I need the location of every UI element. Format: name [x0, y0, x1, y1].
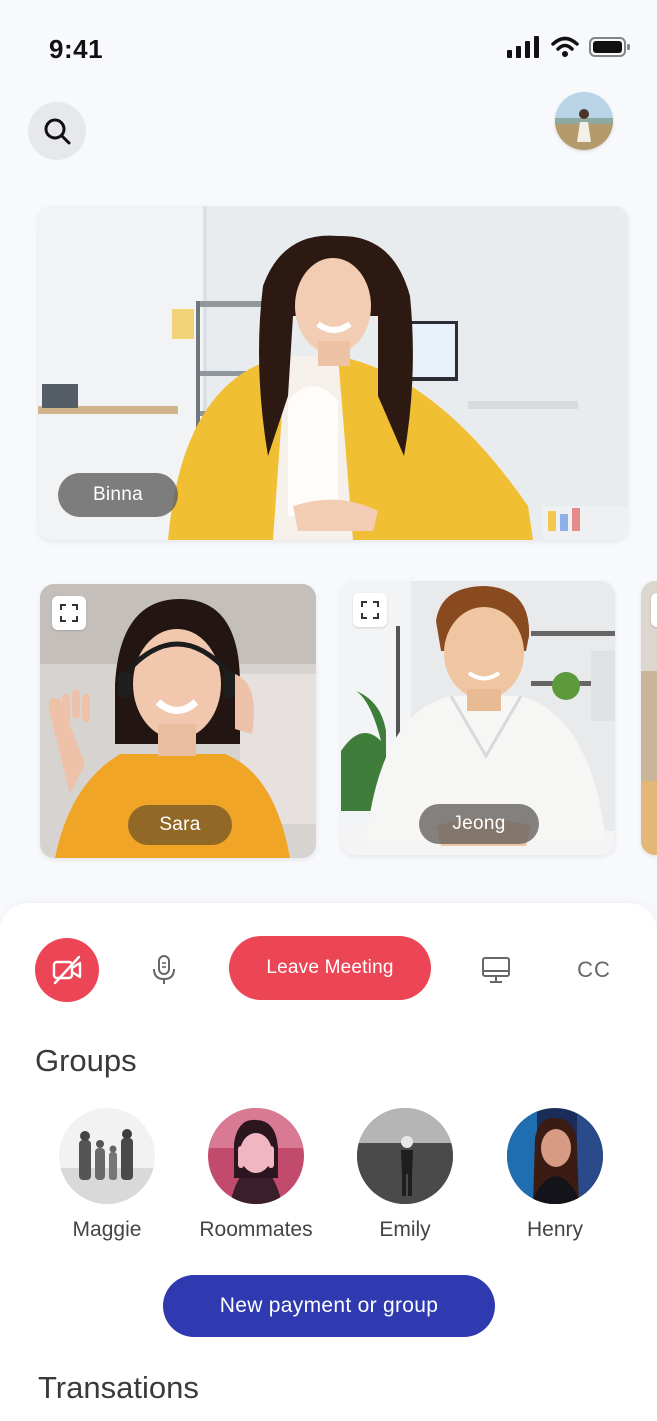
- monitor-icon: [482, 957, 510, 983]
- participant-video-tile[interactable]: [641, 581, 657, 855]
- group-label: Maggie: [72, 1218, 142, 1241]
- microphone-icon: [153, 955, 175, 984]
- search-button[interactable]: [28, 102, 86, 160]
- group-label: Henry: [526, 1218, 584, 1241]
- expand-video-button[interactable]: [353, 593, 387, 627]
- group-avatar: [208, 1108, 304, 1204]
- microphone-button[interactable]: [144, 950, 184, 990]
- video-off-icon: [52, 955, 82, 985]
- status-icons: [507, 36, 631, 58]
- wifi-icon: [551, 36, 579, 57]
- profile-avatar[interactable]: [555, 92, 613, 150]
- group-item-emily[interactable]: Emily: [335, 1108, 475, 1242]
- fullscreen-icon: [361, 601, 379, 619]
- group-item-henry[interactable]: Henry: [485, 1108, 625, 1242]
- group-avatar: [357, 1108, 453, 1204]
- main-speaker-name-tag: Binna: [58, 473, 178, 517]
- participant-video-tile[interactable]: Sara: [40, 584, 316, 858]
- groups-heading: Groups: [35, 1043, 137, 1078]
- closed-captions-button[interactable]: CC: [572, 952, 616, 988]
- leave-meeting-button[interactable]: Leave Meeting: [229, 936, 431, 1000]
- participant-name-tag: Sara: [128, 805, 232, 845]
- status-bar: 9:41: [0, 0, 657, 100]
- main-speaker-video[interactable]: Binna: [38, 206, 628, 540]
- fullscreen-icon: [60, 604, 78, 622]
- screen-share-button[interactable]: [476, 950, 516, 990]
- transactions-heading: Transations: [38, 1370, 199, 1405]
- camera-toggle-button[interactable]: [35, 938, 99, 1002]
- group-avatar: [507, 1108, 603, 1204]
- new-payment-or-group-button[interactable]: New payment or group: [163, 1275, 495, 1337]
- search-icon: [44, 118, 71, 145]
- group-label: Emily: [379, 1218, 431, 1241]
- group-item-maggie[interactable]: Maggie: [37, 1108, 177, 1242]
- expand-video-button[interactable]: [651, 593, 657, 627]
- group-item-roommates[interactable]: Roommates: [186, 1108, 326, 1242]
- participant-video-tile[interactable]: Jeong: [341, 581, 615, 855]
- cellular-signal-icon: [507, 36, 539, 58]
- participant-name-tag: Jeong: [419, 804, 539, 844]
- expand-video-button[interactable]: [52, 596, 86, 630]
- status-time: 9:41: [49, 34, 104, 64]
- group-avatar: [59, 1108, 155, 1204]
- battery-icon: [589, 37, 630, 57]
- group-label: Roommates: [199, 1218, 313, 1241]
